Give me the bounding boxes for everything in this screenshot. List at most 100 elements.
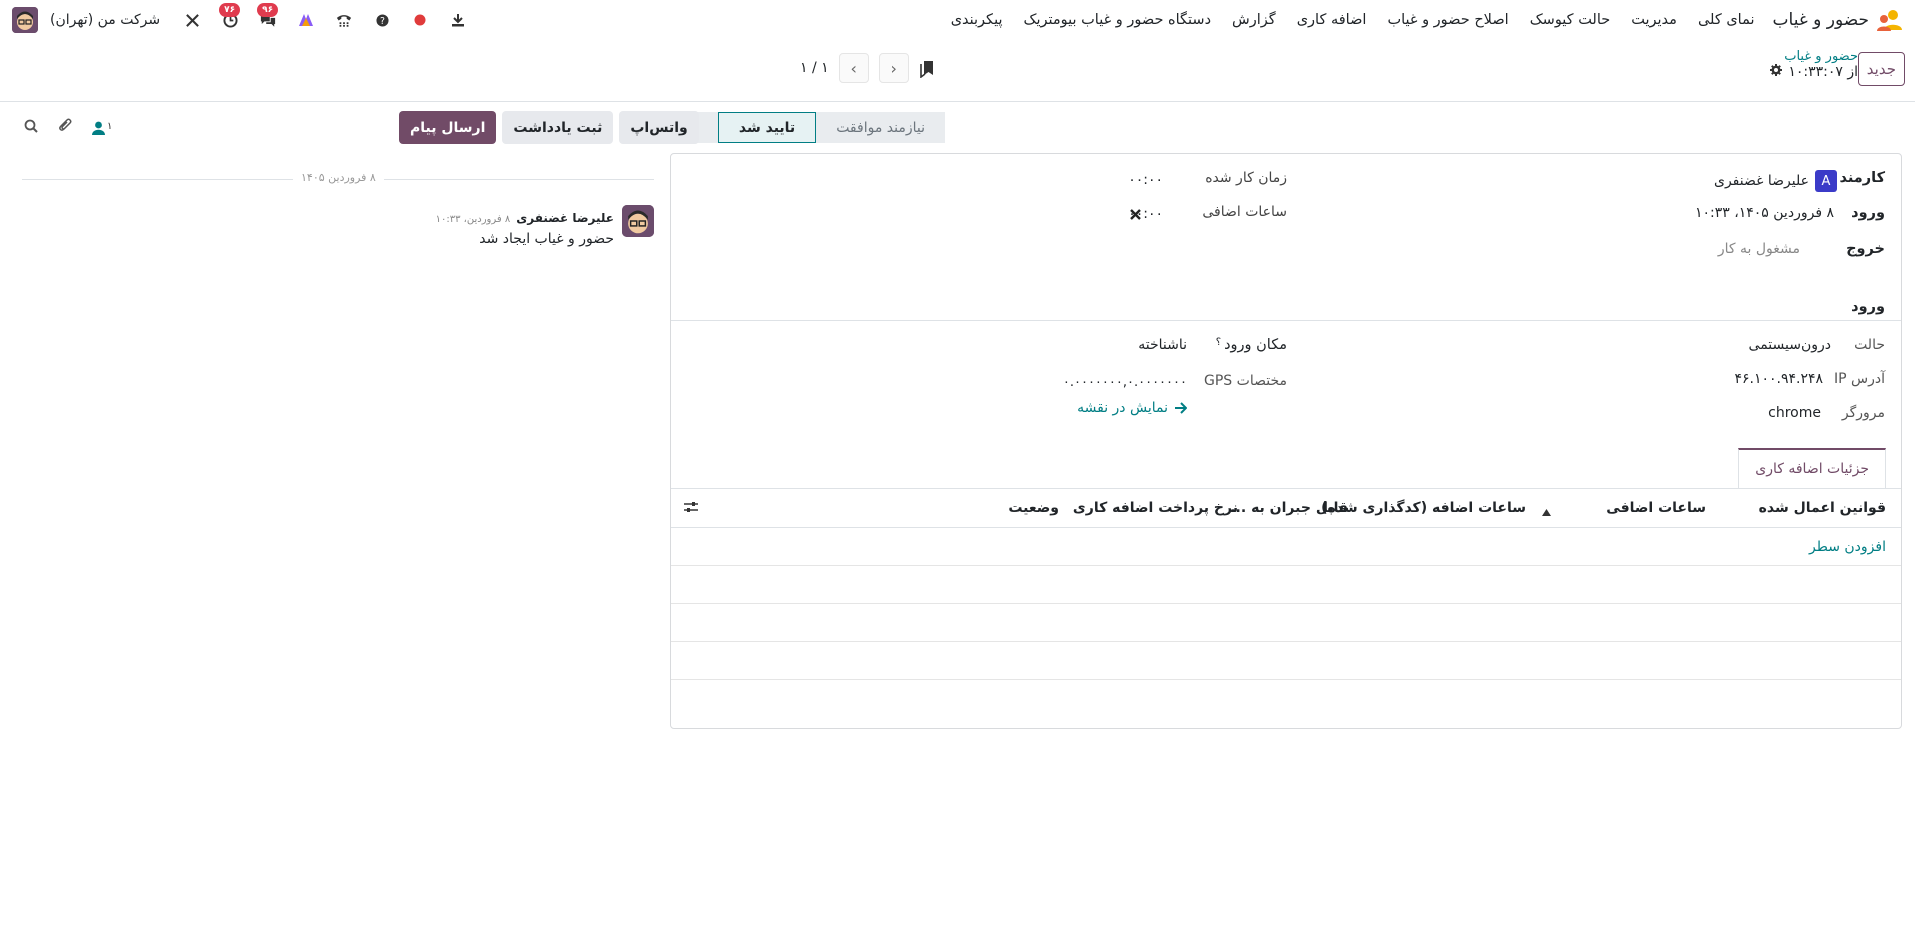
message-author-avatar[interactable]	[622, 205, 654, 237]
column-status[interactable]: وضعیت	[1008, 500, 1059, 516]
location-value: ناشناخته	[1138, 337, 1187, 353]
svg-text:?: ?	[380, 15, 385, 26]
followers-icon[interactable]: ۱	[92, 121, 112, 135]
employee-avatar: A	[1815, 170, 1837, 192]
overtime-label: ساعات اضافی	[1202, 204, 1287, 220]
record-title: از ۱۰:۳۳:۰۷	[1788, 64, 1858, 80]
followers-count: ۱	[107, 121, 113, 132]
worked-hours-label: زمان کار شده	[1205, 170, 1287, 186]
mode-label: حالت	[1854, 337, 1885, 353]
voip-phone-icon[interactable]	[336, 12, 352, 28]
message-author[interactable]: علیرضا غضنفری	[516, 211, 614, 225]
column-overtime-hours[interactable]: ساعات اضافی	[1606, 500, 1706, 516]
table-empty-row	[671, 642, 1901, 680]
pager: ‹ › ۱ / ۱	[800, 53, 909, 83]
check-out-label: خروج	[1846, 241, 1885, 257]
ip-value: ۴۶.۱۰۰.۹۴.۲۴۸	[1734, 371, 1823, 387]
form-sheet: کارمند A علیرضا غضنفری ورود ۸ فروردین ۱۴…	[670, 153, 1902, 729]
pager-previous-button[interactable]: ‹	[878, 53, 909, 83]
top-navbar: حضور و غیاب نمای کلی مدیریت حالت کیوسک ا…	[0, 0, 1915, 40]
breadcrumb-parent-link[interactable]: حضور و غیاب	[1770, 49, 1858, 64]
pager-value[interactable]: ۱ / ۱	[800, 60, 829, 76]
log-note-button[interactable]: ثبت یادداشت	[502, 111, 614, 144]
add-line-link[interactable]: افزودن سطر	[1809, 539, 1886, 555]
bookmark-icon[interactable]	[920, 60, 934, 82]
attachment-icon[interactable]	[58, 118, 72, 138]
chatter-date: ۸ فروردین ۱۴۰۵	[293, 171, 384, 184]
chatter-actions: ارسال پیام ثبت یادداشت واتس‌اپ	[399, 111, 699, 144]
location-label-wrap: مکان ورود ؟	[1216, 337, 1287, 353]
close-icon[interactable]	[1130, 208, 1141, 224]
section-divider	[671, 320, 1901, 321]
check-out-field[interactable]: مشغول به کار	[1718, 241, 1800, 257]
check-in-section-title: ورود	[1851, 299, 1885, 315]
menu-management[interactable]: مدیریت	[1631, 12, 1677, 28]
menu-overtime[interactable]: اضافه کاری	[1297, 12, 1367, 28]
message-header: علیرضا غضنفری ۸ فروردین، ۱۰:۳۳	[436, 211, 614, 225]
column-overtime-rate[interactable]: نرخ پرداخت اضافه کاری	[1073, 500, 1238, 516]
messages-badge: ۹۶	[257, 3, 279, 17]
messaging-icon[interactable]: ۹۶	[257, 3, 279, 28]
view-on-map-label: نمایش در نقشه	[1077, 400, 1168, 416]
employee-value: علیرضا غضنفری	[1714, 173, 1809, 189]
stage-to-approve[interactable]: نیازمند موافقت	[816, 112, 945, 143]
column-applied-rules[interactable]: قوانین اعمال شده	[1759, 500, 1886, 516]
message-date: ۸ فروردین، ۱۰:۳۳	[435, 214, 511, 225]
download-icon[interactable]	[450, 12, 466, 28]
tab-overtime-details[interactable]: جزئیات اضافه کاری	[1738, 448, 1886, 488]
overtime-table-header: قوانین اعمال شده ساعات اضافی ساعات اضافه…	[671, 488, 1901, 528]
view-on-map-link[interactable]: نمایش در نقشه	[1077, 400, 1187, 416]
help-icon[interactable]: ?	[374, 12, 390, 28]
menu-reporting[interactable]: گزارش	[1232, 12, 1276, 28]
send-message-button[interactable]: ارسال پیام	[399, 111, 497, 144]
new-button[interactable]: جدید	[1857, 52, 1905, 86]
column-compensable[interactable]: قابل جبران به ...	[1230, 500, 1348, 516]
debug-tools-icon[interactable]	[184, 12, 200, 28]
browser-label: مرورگر	[1841, 405, 1885, 421]
check-in-field[interactable]: ۸ فروردین ۱۴۰۵، ۱۰:۳۳	[1695, 205, 1834, 221]
help-tooltip-icon[interactable]: ؟	[1216, 337, 1221, 353]
check-in-label: ورود	[1851, 205, 1885, 221]
menu-attendance-corrections[interactable]: اصلاح حضور و غیاب	[1387, 12, 1508, 28]
location-label: مکان ورود	[1224, 337, 1287, 353]
gear-icon[interactable]	[1770, 64, 1783, 80]
systray: شرکت من (تهران) ۷۶ ۹۶ ?	[12, 3, 488, 33]
search-icon[interactable]	[24, 119, 38, 137]
employee-label: کارمند	[1839, 170, 1886, 186]
activity-badge: ۷۶	[219, 3, 241, 17]
sort-up-icon	[1542, 504, 1551, 520]
menu-kiosk-mode[interactable]: حالت کیوسک	[1530, 12, 1611, 28]
app-title[interactable]: حضور و غیاب	[1773, 10, 1869, 30]
menu-biometric-device[interactable]: دستگاه حضور و غیاب بیومتریک	[1023, 12, 1211, 28]
arrow-right-icon	[1175, 402, 1187, 414]
column-encoded-overtime[interactable]: ساعات اضافه (کدگذاری شده)	[1321, 500, 1526, 516]
browser-value: chrome	[1768, 405, 1821, 421]
menu-configuration[interactable]: پیکربندی	[951, 12, 1003, 28]
recording-dot-icon[interactable]	[412, 12, 428, 28]
pager-next-button[interactable]: ›	[838, 53, 869, 83]
message-body: حضور و غیاب ایجاد شد	[479, 231, 614, 247]
attendance-app-icon[interactable]	[1877, 8, 1903, 32]
add-line-row: افزودن سطر	[671, 528, 1901, 566]
breadcrumb: حضور و غیاب از ۱۰:۳۳:۰۷	[1770, 49, 1858, 80]
table-empty-row	[671, 566, 1901, 604]
chatter-topbar-icons: ۱	[24, 118, 112, 138]
stage-approved[interactable]: تایید شد	[717, 112, 817, 143]
employee-field[interactable]: A علیرضا غضنفری	[1714, 170, 1837, 192]
mode-value: درون‌سیستمی	[1748, 337, 1831, 353]
worked-hours-value: ۰۰:۰۰	[1128, 172, 1163, 188]
breadcrumb-current: از ۱۰:۳۳:۰۷	[1770, 64, 1858, 80]
main-menu: حضور و غیاب نمای کلی مدیریت حالت کیوسک ا…	[930, 8, 1903, 32]
optional-columns-toggle-icon[interactable]	[683, 500, 699, 518]
whatsapp-button[interactable]: واتس‌اپ	[619, 111, 699, 144]
gps-label: مختصات GPS	[1204, 373, 1287, 389]
control-panel: جدید حضور و غیاب از ۱۰:۳۳:۰۷ ‹ › ۱ / ۱	[0, 40, 1915, 102]
table-empty-row	[671, 604, 1901, 642]
ai-icon[interactable]	[298, 12, 314, 28]
menu-overview[interactable]: نمای کلی	[1698, 12, 1755, 28]
gps-value: ۰.۰۰۰۰۰۰۰,۰.۰۰۰۰۰۰۰	[1062, 375, 1187, 390]
company-switcher[interactable]: شرکت من (تهران)	[50, 12, 160, 28]
user-avatar[interactable]	[12, 7, 38, 33]
ip-label: آدرس IP	[1833, 371, 1885, 387]
activity-clock-icon[interactable]: ۷۶	[219, 3, 241, 28]
